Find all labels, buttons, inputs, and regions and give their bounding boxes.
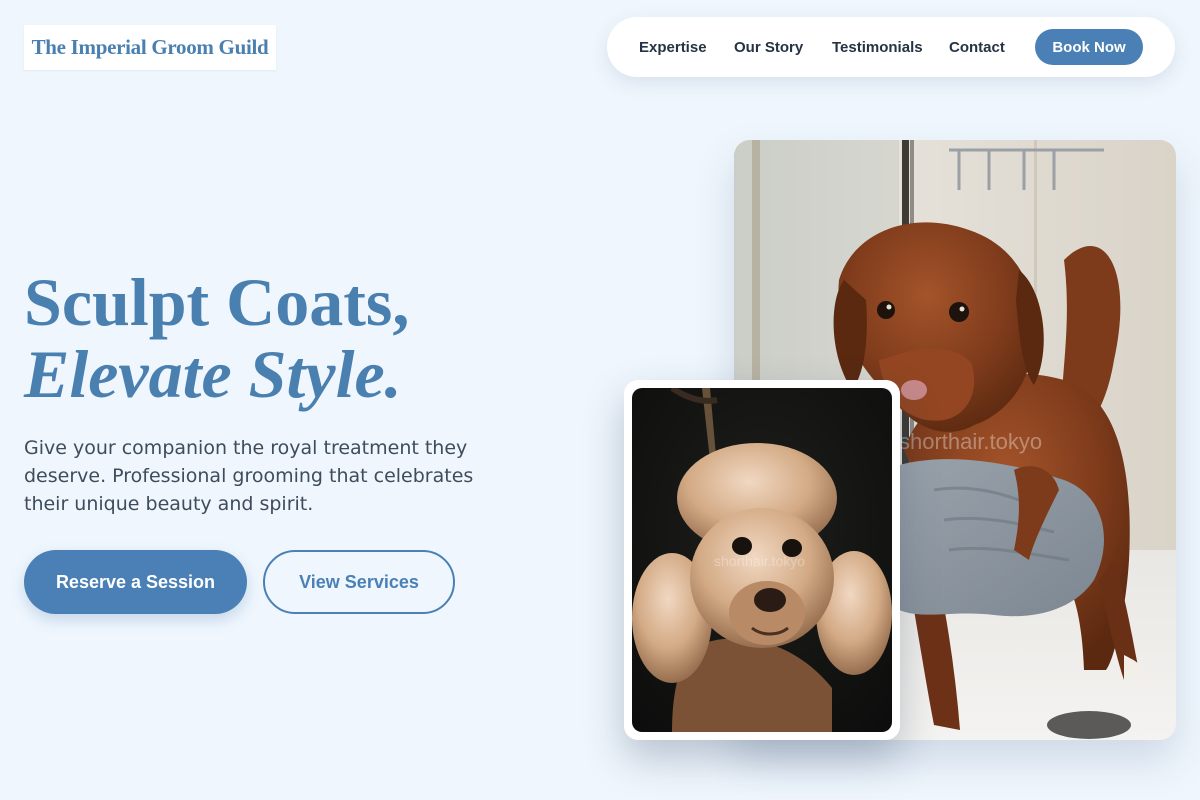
nav-link-testimonials[interactable]: Testimonials [832, 17, 923, 77]
top-navigation: Expertise Our Story Testimonials Contact… [607, 17, 1175, 77]
nav-link-expertise[interactable]: Expertise [639, 17, 707, 77]
hero-subtitle: Give your companion the royal treatment … [24, 437, 474, 515]
view-services-button[interactable]: View Services [263, 550, 455, 614]
poodle-photo-card: shorthair.tokyo [624, 380, 900, 740]
retriever-watermark: shorthair.tokyo [899, 429, 1042, 454]
poodle-photo: shorthair.tokyo [632, 388, 892, 732]
reserve-session-button[interactable]: Reserve a Session [24, 550, 247, 614]
poodle-watermark: shorthair.tokyo [714, 553, 805, 569]
book-now-button[interactable]: Book Now [1035, 29, 1143, 65]
hero-headline: Sculpt Coats, Elevate Style. [24, 266, 584, 410]
brand-logo[interactable]: The Imperial Groom Guild [24, 25, 276, 70]
headline-line-2: Elevate Style. [24, 336, 402, 412]
poodle-illustration: shorthair.tokyo [632, 388, 892, 732]
landing-page: The Imperial Groom Guild Expertise Our S… [0, 0, 1200, 800]
nav-link-our-story[interactable]: Our Story [734, 17, 803, 77]
nav-link-contact[interactable]: Contact [949, 17, 1005, 77]
headline-line-1: Sculpt Coats, [24, 264, 410, 340]
brand-name: The Imperial Groom Guild [31, 35, 269, 59]
